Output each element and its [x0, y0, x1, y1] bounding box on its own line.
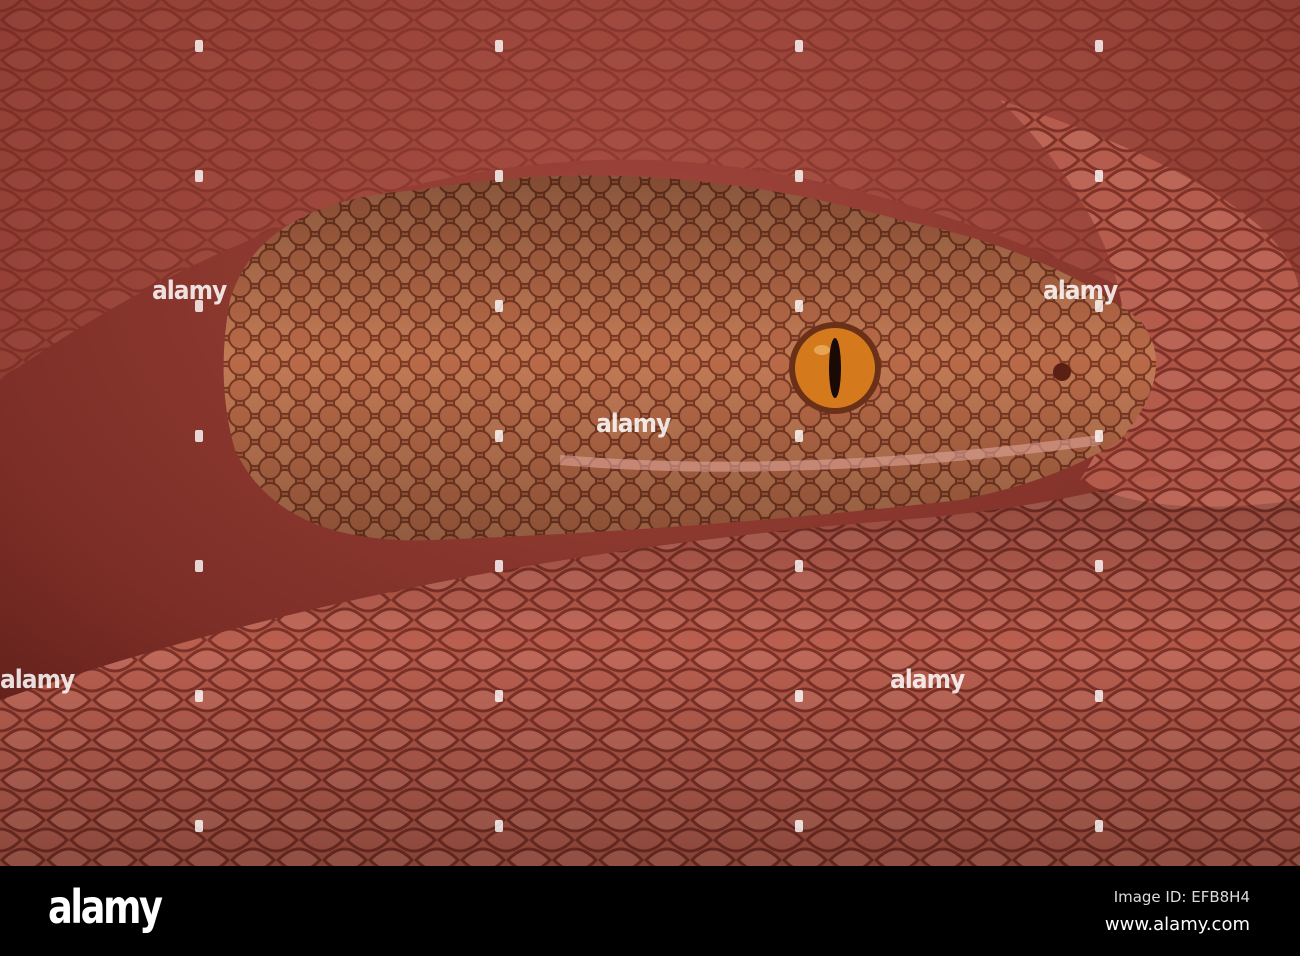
alamy-logo: alamy — [48, 880, 163, 934]
watermark-dot — [795, 690, 803, 702]
watermark-dot — [1095, 430, 1103, 442]
watermark-dot — [195, 170, 203, 182]
watermark-dot — [195, 560, 203, 572]
watermark-dot — [795, 820, 803, 832]
watermark-dot — [1095, 560, 1103, 572]
watermark-dot — [495, 560, 503, 572]
site-url: www.alamy.com — [1104, 914, 1250, 935]
watermark: alamy — [596, 409, 671, 439]
watermark-dot — [495, 170, 503, 182]
watermark-dot — [1095, 300, 1103, 312]
watermark-dot — [1095, 170, 1103, 182]
watermark-dot — [1095, 690, 1103, 702]
watermark-dot — [1095, 40, 1103, 52]
watermark-dot — [795, 300, 803, 312]
stock-photo: alamy alamy alamy alamy alamy alamy Imag… — [0, 0, 1300, 956]
watermark-dot — [495, 690, 503, 702]
nostril — [1053, 363, 1071, 381]
watermark-dot — [495, 300, 503, 312]
watermark-dot — [195, 430, 203, 442]
image-id: Image ID: EFB8H4 — [1113, 888, 1250, 906]
watermark-dot — [795, 40, 803, 52]
watermark: alamy — [152, 276, 227, 306]
footer-bar: alamy Image ID: EFB8H4 www.alamy.com — [0, 866, 1300, 956]
watermark-dot — [795, 560, 803, 572]
watermark-dot — [795, 430, 803, 442]
snake-eye — [789, 322, 881, 414]
watermark: alamy — [1043, 276, 1118, 306]
watermark-dot — [495, 40, 503, 52]
watermark: alamy — [890, 665, 965, 695]
watermark-dot — [495, 820, 503, 832]
watermark-dot — [195, 690, 203, 702]
watermark-dot — [195, 300, 203, 312]
watermark-dot — [195, 820, 203, 832]
watermark-dot — [1095, 820, 1103, 832]
watermark: alamy — [0, 665, 75, 695]
watermark-dot — [195, 40, 203, 52]
watermark-dot — [495, 430, 503, 442]
watermark-dot — [795, 170, 803, 182]
